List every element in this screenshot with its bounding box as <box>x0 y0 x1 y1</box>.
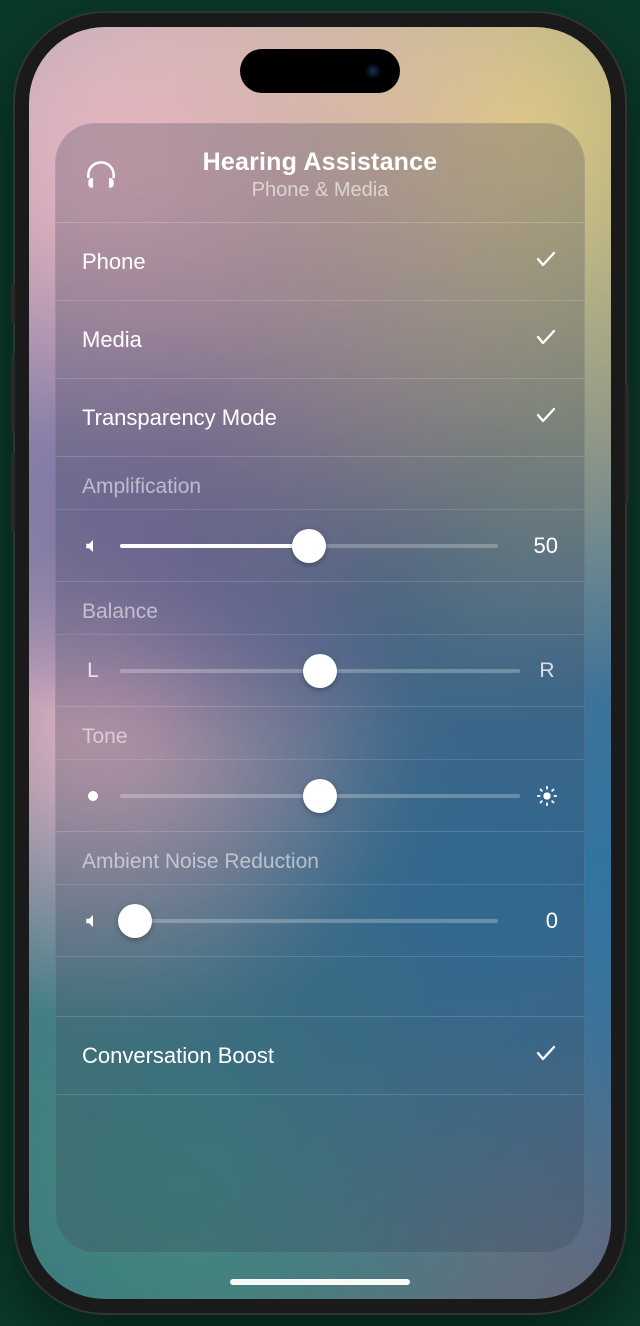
panel-title: Hearing Assistance <box>82 148 558 177</box>
panel-header: Hearing Assistance Phone & Media <box>56 124 584 223</box>
amplification-slider[interactable]: 50 <box>56 510 584 582</box>
speaker-low-icon <box>82 912 104 930</box>
phone-frame: Hearing Assistance Phone & Media Phone M… <box>15 13 625 1313</box>
phone-toggle-row[interactable]: Phone <box>56 223 584 301</box>
checkmark-icon <box>534 1041 558 1071</box>
tone-slider[interactable] <box>56 760 584 832</box>
dynamic-island <box>240 49 400 93</box>
checkmark-icon <box>534 325 558 355</box>
balance-right-label: R <box>536 659 558 683</box>
silence-switch <box>11 283 15 323</box>
home-indicator[interactable] <box>230 1279 410 1285</box>
volume-down-button <box>11 453 15 533</box>
media-toggle-row[interactable]: Media <box>56 301 584 379</box>
volume-up-button <box>11 353 15 433</box>
balance-label: Balance <box>56 582 584 635</box>
tone-bright-icon <box>536 785 558 807</box>
speaker-low-icon <box>82 537 104 555</box>
phone-label: Phone <box>82 249 146 275</box>
hearing-assistance-panel: Hearing Assistance Phone & Media Phone M… <box>55 123 585 1253</box>
ambient-noise-slider[interactable]: 0 <box>56 885 584 957</box>
checkmark-icon <box>534 247 558 277</box>
spacer-row <box>56 957 584 1017</box>
tone-label: Tone <box>56 707 584 760</box>
balance-left-label: L <box>82 659 104 683</box>
transparency-toggle-row[interactable]: Transparency Mode <box>56 379 584 457</box>
ambient-noise-value: 0 <box>514 908 558 934</box>
checkmark-icon <box>534 403 558 433</box>
conversation-boost-label: Conversation Boost <box>82 1043 274 1069</box>
media-label: Media <box>82 327 142 353</box>
amplification-value: 50 <box>514 533 558 559</box>
transparency-label: Transparency Mode <box>82 405 277 431</box>
amplification-label: Amplification <box>56 457 584 510</box>
balance-slider[interactable]: L R <box>56 635 584 707</box>
ambient-noise-label: Ambient Noise Reduction <box>56 832 584 885</box>
conversation-boost-row[interactable]: Conversation Boost <box>56 1017 584 1095</box>
screen: Hearing Assistance Phone & Media Phone M… <box>29 27 611 1299</box>
side-button <box>625 383 629 503</box>
tone-dark-icon <box>82 790 104 802</box>
panel-subtitle: Phone & Media <box>82 179 558 202</box>
